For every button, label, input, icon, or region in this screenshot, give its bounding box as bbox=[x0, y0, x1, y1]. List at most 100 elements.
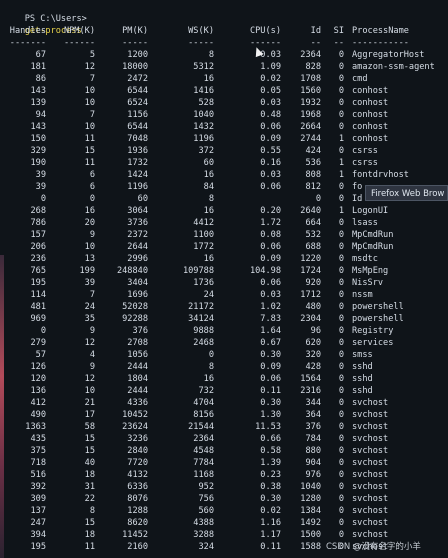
col-ws: 1100 bbox=[193, 230, 214, 240]
col-processname: amazon-ssm-agent bbox=[352, 62, 435, 72]
col-si: 0 bbox=[338, 446, 344, 456]
col-ws: 16 bbox=[203, 206, 214, 216]
col-processname: nssm bbox=[352, 290, 373, 300]
col-processname: svchost bbox=[352, 494, 389, 504]
col-pm: 8620 bbox=[127, 518, 148, 528]
col-id: 376 bbox=[305, 422, 321, 432]
col-id: 344 bbox=[305, 398, 321, 408]
table-row: 718 40 7720 7784 1.39 904 0 svchost bbox=[0, 457, 448, 469]
col-npm: 9 bbox=[89, 326, 95, 336]
col-pm: 1424 bbox=[127, 170, 148, 180]
col-ws: 324 bbox=[198, 542, 214, 552]
col-handles: 139 bbox=[30, 98, 46, 108]
col-id: 536 bbox=[305, 158, 321, 168]
col-processname: MpCmdRun bbox=[352, 230, 394, 240]
table-row: 67 5 1200 8 0.03 2364 0 AggregatorHost bbox=[0, 49, 448, 61]
col-cpu: 0.20 bbox=[260, 206, 281, 216]
col-si: 0 bbox=[338, 146, 344, 156]
table-row: 39 6 1424 16 0.03 808 1 fontdrvhost bbox=[0, 169, 448, 181]
col-cpu: 0.16 bbox=[260, 158, 281, 168]
col-pm: PM(K) bbox=[122, 26, 148, 36]
col-npm: 10 bbox=[84, 122, 95, 132]
col-ws: 8156 bbox=[193, 410, 214, 420]
col-pm: 2372 bbox=[127, 230, 148, 240]
col-id: 480 bbox=[305, 302, 321, 312]
prompt-line: PS C:\Users> get-process bbox=[4, 1, 87, 36]
col-processname: svchost bbox=[352, 398, 389, 408]
col-cpu: 0.11 bbox=[260, 542, 281, 552]
col-ws: 1168 bbox=[193, 470, 214, 480]
col-ws: 21544 bbox=[188, 422, 214, 432]
col-id: 1500 bbox=[300, 530, 321, 540]
col-pm: 4132 bbox=[127, 470, 148, 480]
col-processname: smss bbox=[352, 350, 373, 360]
col-id: 828 bbox=[305, 62, 321, 72]
col-npm: 11 bbox=[84, 134, 95, 144]
col-handles: 181 bbox=[30, 62, 46, 72]
col-processname: Registry bbox=[352, 326, 394, 336]
col-ws: 7784 bbox=[193, 458, 214, 468]
col-pm: 52028 bbox=[122, 302, 148, 312]
terminal-window[interactable]: PS C:\Users> get-process Handles NPM(K) PM… bbox=[0, 0, 448, 558]
col-pm: 2160 bbox=[127, 542, 148, 552]
col-handles: 392 bbox=[30, 482, 46, 492]
col-id: -- bbox=[310, 38, 321, 48]
col-handles: 375 bbox=[30, 446, 46, 456]
col-id: 0 bbox=[315, 194, 321, 204]
table-row: 516 18 4132 1168 0.23 976 0 svchost bbox=[0, 469, 448, 481]
col-cpu: 1.17 bbox=[260, 530, 281, 540]
col-npm: 6 bbox=[89, 182, 95, 192]
col-npm: 11 bbox=[84, 542, 95, 552]
col-pm: 6336 bbox=[127, 482, 148, 492]
col-cpu: 0.48 bbox=[260, 110, 281, 120]
col-ws: 1736 bbox=[193, 278, 214, 288]
col-npm: 39 bbox=[84, 278, 95, 288]
col-si: 0 bbox=[338, 362, 344, 372]
col-id: Id bbox=[310, 26, 321, 36]
col-ws: 4388 bbox=[193, 518, 214, 528]
col-pm: 6544 bbox=[127, 86, 148, 96]
col-si: 0 bbox=[338, 506, 344, 516]
col-cpu: 0.66 bbox=[260, 434, 281, 444]
col-pm: 1696 bbox=[127, 290, 148, 300]
col-id: 1708 bbox=[300, 74, 321, 84]
col-id: 920 bbox=[305, 278, 321, 288]
col-id: 1220 bbox=[300, 254, 321, 264]
col-id: 2316 bbox=[300, 386, 321, 396]
col-cpu: 0.09 bbox=[260, 134, 281, 144]
table-row: 190 11 1732 60 0.16 536 1 csrss bbox=[0, 157, 448, 169]
col-pm: 7048 bbox=[127, 134, 148, 144]
col-si: 0 bbox=[338, 482, 344, 492]
col-npm: 18 bbox=[84, 530, 95, 540]
col-cpu: 0.06 bbox=[260, 122, 281, 132]
col-si: 0 bbox=[338, 410, 344, 420]
col-pm: 1200 bbox=[127, 50, 148, 60]
col-handles: 0 bbox=[40, 194, 46, 204]
col-id: 688 bbox=[305, 242, 321, 252]
col-processname: svchost bbox=[352, 446, 389, 456]
table-row: 765 199 248840 109788 104.98 1724 0 MsMpEng bbox=[0, 265, 448, 277]
col-handles: 136 bbox=[30, 386, 46, 396]
col-id: 1040 bbox=[300, 482, 321, 492]
col-id: 2364 bbox=[300, 50, 321, 60]
col-handles: 67 bbox=[35, 50, 46, 60]
col-processname: svchost bbox=[352, 482, 389, 492]
col-id: 1724 bbox=[300, 266, 321, 276]
col-pm: ----- bbox=[122, 38, 148, 48]
col-ws: 1196 bbox=[193, 134, 214, 144]
col-si: 0 bbox=[338, 422, 344, 432]
col-ws: 21172 bbox=[188, 302, 214, 312]
col-pm: 23624 bbox=[122, 422, 148, 432]
col-si: 0 bbox=[338, 218, 344, 228]
col-cpu: 0.03 bbox=[260, 290, 281, 300]
col-si: 0 bbox=[338, 494, 344, 504]
col-id: 1492 bbox=[300, 518, 321, 528]
col-si: 0 bbox=[338, 98, 344, 108]
col-npm: 12 bbox=[84, 338, 95, 348]
table-row: 375 15 2840 4548 0.58 880 0 svchost bbox=[0, 445, 448, 457]
table-row: 435 15 3236 2364 0.66 784 0 svchost bbox=[0, 433, 448, 445]
col-pm: 376 bbox=[132, 326, 148, 336]
col-handles: 94 bbox=[35, 110, 46, 120]
col-si: 0 bbox=[338, 74, 344, 84]
col-processname: NisSrv bbox=[352, 278, 384, 288]
